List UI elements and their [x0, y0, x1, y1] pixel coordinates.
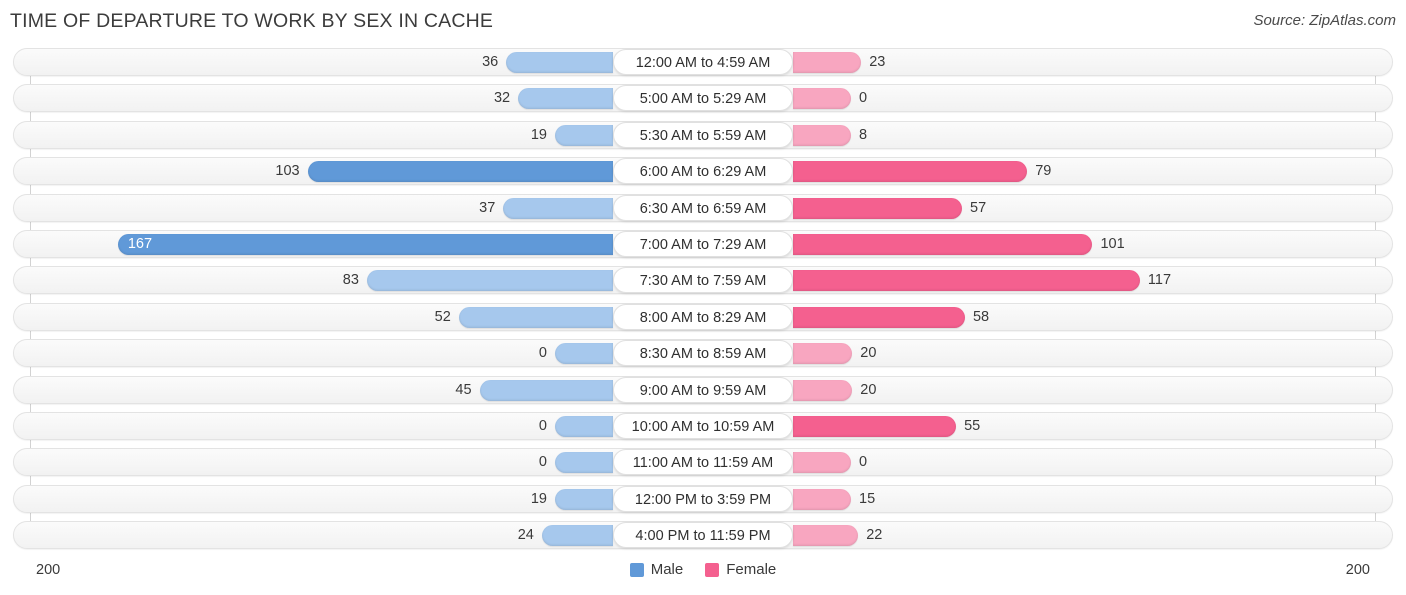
bar-female[interactable]: [793, 161, 1028, 183]
bar-female[interactable]: [793, 379, 853, 401]
value-label-female: 55: [964, 417, 981, 434]
chart-row[interactable]: 0 0 11:00 AM to 11:59 AM: [0, 444, 1406, 480]
value-label-female: 8: [859, 126, 868, 143]
bar-male[interactable]: [555, 415, 613, 437]
chart-row[interactable]: 32 0 5:00 AM to 5:29 AM: [0, 80, 1406, 116]
category-label: 8:30 AM to 8:59 AM: [613, 340, 793, 367]
chart-row[interactable]: 52 58 8:00 AM to 8:29 AM: [0, 299, 1406, 335]
bar-male[interactable]: [307, 161, 613, 183]
chart-header: TIME OF DEPARTURE TO WORK BY SEX IN CACH…: [0, 0, 1406, 44]
legend-swatch-female-icon: [705, 562, 720, 577]
bar-female[interactable]: [793, 415, 957, 437]
category-label: 11:00 AM to 11:59 AM: [613, 449, 793, 476]
category-label: 4:00 PM to 11:59 PM: [613, 522, 793, 549]
value-label-male: 83: [342, 272, 359, 289]
bar-female[interactable]: [793, 88, 851, 110]
category-label: 7:00 AM to 7:29 AM: [613, 230, 793, 257]
category-label: 12:00 AM to 4:59 AM: [613, 49, 793, 75]
legend-swatch-male-icon: [629, 562, 644, 577]
bar-male[interactable]: [555, 343, 613, 365]
value-label-female: 79: [1035, 163, 1052, 180]
bar-rows-container: 36 23 12:00 AM to 4:59 AM 32 0 5:00 AM to 5:2…: [0, 44, 1406, 553]
value-label-male: 36: [482, 54, 499, 70]
value-label-female: 20: [860, 345, 877, 362]
bar-male[interactable]: [555, 488, 613, 510]
chart-row[interactable]: 45 20 9:00 AM to 9:59 AM: [0, 372, 1406, 408]
chart-row[interactable]: 0 55 10:00 AM to 10:59 AM: [0, 408, 1406, 444]
chart-row[interactable]: 167 101 7:00 AM to 7:29 AM: [0, 226, 1406, 262]
bar-female[interactable]: [793, 306, 965, 328]
value-label-female: 101: [1100, 235, 1125, 252]
value-label-female: 57: [970, 199, 987, 216]
category-label: 9:00 AM to 9:59 AM: [613, 376, 793, 403]
bar-female[interactable]: [793, 197, 962, 219]
legend-item-male[interactable]: Male: [629, 561, 684, 578]
chart-row[interactable]: 0 20 8:30 AM to 8:59 AM: [0, 335, 1406, 371]
value-label-female: 0: [859, 454, 868, 471]
category-label: 5:30 AM to 5:59 AM: [613, 121, 793, 148]
value-label-female: 117: [1147, 272, 1172, 289]
value-label-male: 103: [275, 163, 300, 180]
category-label: 8:00 AM to 8:29 AM: [613, 303, 793, 330]
bar-male[interactable]: [555, 124, 613, 146]
chart-plot-area: 36 23 12:00 AM to 4:59 AM 32 0 5:00 AM to 5:2…: [0, 44, 1406, 552]
value-label-male: 37: [479, 199, 496, 216]
value-label-male: 52: [434, 308, 451, 325]
category-label: 5:00 AM to 5:29 AM: [613, 85, 793, 112]
category-label: 10:00 AM to 10:59 AM: [613, 412, 793, 439]
chart-row[interactable]: 36 23 12:00 AM to 4:59 AM: [0, 44, 1406, 80]
category-label: 6:00 AM to 6:29 AM: [613, 158, 793, 185]
bar-male[interactable]: [117, 233, 613, 255]
bar-female[interactable]: [793, 233, 1093, 255]
bar-male[interactable]: [458, 306, 613, 328]
value-label-female: 58: [972, 308, 990, 325]
value-label-male: 19: [530, 490, 547, 507]
bar-female[interactable]: [793, 124, 851, 146]
bar-male[interactable]: [541, 525, 613, 547]
legend-label-male: Male: [650, 561, 684, 578]
bar-male[interactable]: [518, 88, 613, 110]
bar-female[interactable]: [793, 52, 862, 73]
legend-label-female: Female: [726, 561, 777, 578]
value-label-male: 0: [538, 345, 547, 362]
bar-female[interactable]: [793, 343, 853, 365]
bar-male[interactable]: [503, 197, 613, 219]
value-label-female: 22: [866, 527, 883, 544]
category-label: 7:30 AM to 7:59 AM: [613, 267, 793, 294]
bar-male[interactable]: [366, 270, 613, 292]
value-label-female: 15: [859, 490, 876, 507]
value-label-female: 23: [869, 54, 886, 70]
category-label: 12:00 PM to 3:59 PM: [613, 485, 793, 512]
chart-row[interactable]: 103 79 6:00 AM to 6:29 AM: [0, 153, 1406, 189]
bar-female[interactable]: [793, 488, 851, 510]
legend-item-female[interactable]: Female: [705, 561, 776, 578]
category-label: 6:30 AM to 6:59 AM: [613, 194, 793, 221]
chart-row[interactable]: 37 57 6:30 AM to 6:59 AM: [0, 190, 1406, 226]
chart-row[interactable]: 83 117 7:30 AM to 7:59 AM: [0, 262, 1406, 298]
chart-row[interactable]: 19 8 5:30 AM to 5:59 AM: [0, 117, 1406, 153]
value-label-male: 0: [538, 454, 547, 471]
chart-row[interactable]: 24 22 4:00 PM to 11:59 PM: [0, 517, 1406, 553]
bar-female[interactable]: [793, 452, 851, 474]
value-label-male: 24: [517, 527, 534, 544]
value-label-male: 45: [455, 381, 472, 398]
bar-female[interactable]: [793, 525, 859, 547]
value-label-male: 167: [127, 235, 153, 252]
value-label-male: 0: [538, 417, 547, 434]
value-label-female: 20: [860, 381, 877, 398]
chart-footer: 200 200 Male Female: [0, 552, 1406, 595]
chart-row[interactable]: 19 15 12:00 PM to 3:59 PM: [0, 481, 1406, 517]
value-label-female: 0: [859, 90, 868, 107]
bar-female[interactable]: [793, 270, 1140, 292]
page-title: TIME OF DEPARTURE TO WORK BY SEX IN CACH…: [10, 10, 494, 32]
source-attribution: Source: ZipAtlas.com: [1253, 12, 1396, 29]
value-label-male: 19: [530, 126, 547, 143]
bar-male[interactable]: [479, 379, 613, 401]
chart-legend: Male Female: [0, 561, 1406, 578]
bar-male[interactable]: [555, 452, 613, 474]
value-label-male: 32: [493, 90, 511, 107]
bar-male[interactable]: [506, 52, 613, 73]
